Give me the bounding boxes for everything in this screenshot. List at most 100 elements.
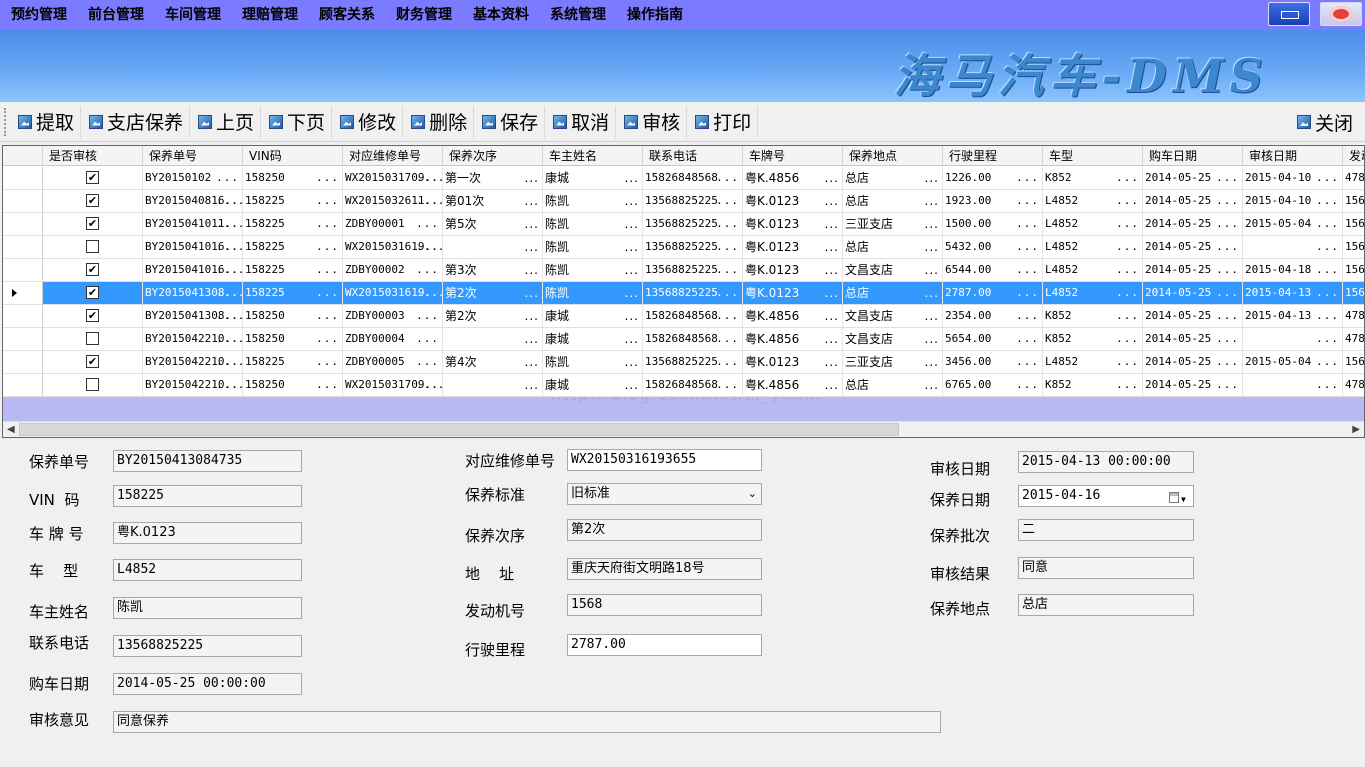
table-cell[interactable]: 2014-05-25...: [1143, 328, 1243, 350]
cell-ellipsis-button[interactable]: ...: [1216, 190, 1239, 212]
table-cell[interactable]: 1568: [1343, 282, 1364, 304]
cell-ellipsis-button[interactable]: ...: [416, 374, 439, 396]
cell-ellipsis-button[interactable]: ...: [1316, 259, 1339, 281]
field-bycx[interactable]: 第2次: [567, 519, 762, 541]
menu-item[interactable]: 预约管理: [0, 0, 77, 30]
table-cell[interactable]: 第3次...: [443, 259, 543, 281]
cell-ellipsis-button[interactable]: ...: [1016, 236, 1039, 258]
table-cell[interactable]: 第一次...: [443, 167, 543, 189]
table-cell[interactable]: 158225...: [243, 282, 343, 304]
table-cell[interactable]: WX2015031619......: [343, 236, 443, 258]
column-header[interactable]: 车型: [1043, 146, 1143, 166]
table-cell[interactable]: BY2015041308......: [143, 305, 243, 327]
menu-item[interactable]: 前台管理: [77, 0, 154, 30]
field-cph[interactable]: 粤K.0123: [113, 522, 302, 544]
table-cell[interactable]: 13568825225...: [643, 213, 743, 235]
cell-ellipsis-button[interactable]: ...: [1216, 305, 1239, 327]
table-cell[interactable]: 2015-04-10...: [1243, 167, 1343, 189]
table-cell[interactable]: 第4次...: [443, 351, 543, 373]
chevron-down-icon[interactable]: ⌄: [748, 484, 757, 504]
table-row[interactable]: BY2015042210...... 158250... WX2015031709.…: [3, 374, 1364, 397]
cell-ellipsis-button[interactable]: ...: [625, 259, 639, 281]
table-cell[interactable]: 5432.00...: [943, 236, 1043, 258]
table-cell[interactable]: 2014-05-25...: [1143, 259, 1243, 281]
table-cell[interactable]: 总店...: [843, 167, 943, 189]
cell-ellipsis-button[interactable]: ...: [825, 213, 839, 235]
cell-ellipsis-button[interactable]: ...: [416, 213, 439, 235]
table-cell[interactable]: 粤K.4856...: [743, 167, 843, 189]
cell-ellipsis-button[interactable]: ...: [925, 236, 939, 258]
cell-ellipsis-button[interactable]: ...: [716, 374, 739, 396]
table-cell[interactable]: ...: [1243, 236, 1343, 258]
cell-ellipsis-button[interactable]: ...: [216, 236, 239, 258]
datepicker-byrq[interactable]: 2015-04-16 ▼: [1018, 485, 1194, 507]
cell-ellipsis-button[interactable]: ...: [216, 282, 239, 304]
cell-ellipsis-button[interactable]: ...: [1316, 305, 1339, 327]
table-cell[interactable]: BY2015042210......: [143, 351, 243, 373]
cell-ellipsis-button[interactable]: ...: [625, 328, 639, 350]
cell-ellipsis-button[interactable]: ...: [525, 190, 539, 212]
cell-ellipsis-button[interactable]: ...: [1116, 167, 1139, 189]
table-cell[interactable]: 粤K.4856...: [743, 328, 843, 350]
cell-ellipsis-button[interactable]: ...: [1016, 374, 1039, 396]
cell-ellipsis-button[interactable]: ...: [625, 190, 639, 212]
table-cell[interactable]: 4785: [1343, 328, 1364, 350]
table-cell[interactable]: 158250...: [243, 305, 343, 327]
table-cell[interactable]: 第01次...: [443, 190, 543, 212]
table-row[interactable]: ✔ BY2015041016...... 158225... ZDBY00002...…: [3, 259, 1364, 282]
cell-ellipsis-button[interactable]: ...: [1016, 190, 1039, 212]
table-cell[interactable]: 2014-05-25...: [1143, 190, 1243, 212]
table-cell[interactable]: 4785: [1343, 167, 1364, 189]
cell-ellipsis-button[interactable]: ...: [316, 374, 339, 396]
cell-ellipsis-button[interactable]: ...: [1316, 213, 1339, 235]
table-cell[interactable]: 15826848568...: [643, 305, 743, 327]
cell-ellipsis-button[interactable]: ...: [1116, 305, 1139, 327]
table-cell[interactable]: 158225...: [243, 213, 343, 235]
table-cell[interactable]: 2014-05-25...: [1143, 167, 1243, 189]
field-bypc[interactable]: 二: [1018, 519, 1194, 541]
table-cell[interactable]: ZDBY00004...: [343, 328, 443, 350]
cell-ellipsis-button[interactable]: ...: [1116, 328, 1139, 350]
field-bydh[interactable]: BY20150413084735: [113, 450, 302, 472]
table-cell[interactable]: 文昌支店...: [843, 259, 943, 281]
table-cell[interactable]: 2015-04-10...: [1243, 190, 1343, 212]
cell-ellipsis-button[interactable]: ...: [825, 305, 839, 327]
table-cell[interactable]: L4852...: [1043, 259, 1143, 281]
table-cell[interactable]: 15826848568...: [643, 167, 743, 189]
cell-ellipsis-button[interactable]: ...: [1216, 351, 1239, 373]
table-cell[interactable]: 4785: [1343, 305, 1364, 327]
row-header[interactable]: [3, 351, 43, 373]
table-cell[interactable]: BY20150102...: [143, 167, 243, 189]
table-cell[interactable]: K852...: [1043, 328, 1143, 350]
column-header[interactable]: 发动: [1343, 146, 1364, 166]
field-fdj[interactable]: 1568: [567, 594, 762, 616]
column-header[interactable]: 审核日期: [1243, 146, 1343, 166]
cell-ellipsis-button[interactable]: ...: [1116, 213, 1139, 235]
table-cell[interactable]: 2014-05-25...: [1143, 213, 1243, 235]
table-cell[interactable]: 2014-05-25...: [1143, 351, 1243, 373]
scroll-thumb[interactable]: [19, 423, 899, 436]
toolbar-button[interactable]: 打印: [687, 105, 759, 138]
cell-ellipsis-button[interactable]: ...: [1216, 167, 1239, 189]
table-cell[interactable]: ZDBY00001...: [343, 213, 443, 235]
table-cell[interactable]: 6765.00...: [943, 374, 1043, 396]
audit-checkbox[interactable]: ✔: [86, 194, 99, 207]
cell-ellipsis-button[interactable]: ...: [1116, 351, 1139, 373]
toolbar-button[interactable]: 修改: [332, 105, 404, 138]
table-cell[interactable]: 158225...: [243, 259, 343, 281]
table-cell[interactable]: WX2015031619......: [343, 282, 443, 304]
cell-ellipsis-button[interactable]: ...: [525, 374, 539, 396]
table-cell[interactable]: 粤K.4856...: [743, 374, 843, 396]
table-cell[interactable]: K852...: [1043, 374, 1143, 396]
table-cell[interactable]: 2787.00...: [943, 282, 1043, 304]
cell-ellipsis-button[interactable]: ...: [525, 351, 539, 373]
table-cell[interactable]: WX2015031709......: [343, 167, 443, 189]
cell-ellipsis-button[interactable]: ...: [1216, 374, 1239, 396]
table-cell[interactable]: BY2015041011......: [143, 213, 243, 235]
table-cell[interactable]: ...: [1243, 328, 1343, 350]
cell-ellipsis-button[interactable]: ...: [1316, 282, 1339, 304]
row-header[interactable]: [3, 259, 43, 281]
cell-ellipsis-button[interactable]: ...: [316, 236, 339, 258]
cell-ellipsis-button[interactable]: ...: [416, 305, 439, 327]
cell-ellipsis-button[interactable]: ...: [925, 282, 939, 304]
